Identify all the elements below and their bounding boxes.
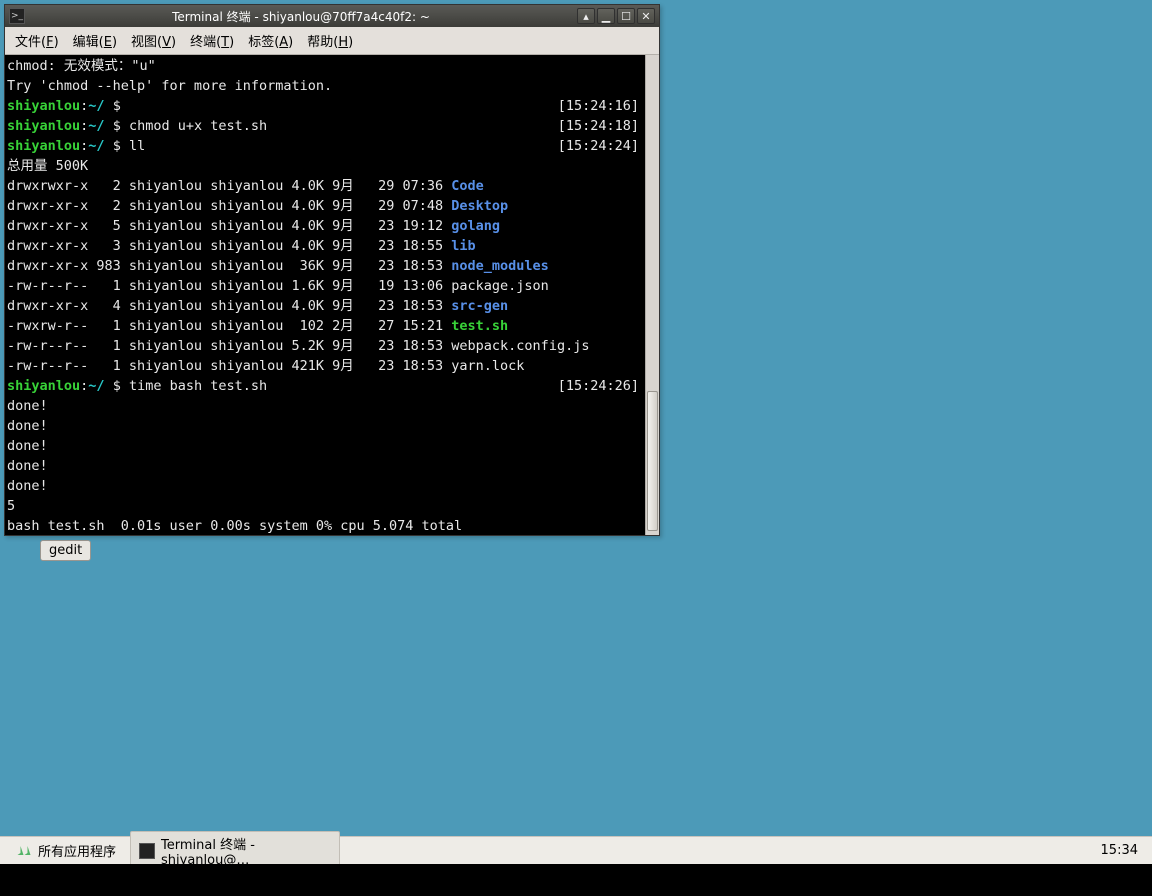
dragged-label-gedit[interactable]: gedit — [40, 540, 91, 561]
terminal-app-icon: >_ — [9, 8, 25, 24]
menu-file[interactable]: 文件(F) — [9, 29, 65, 52]
menu-help[interactable]: 帮助(H) — [301, 29, 359, 52]
window-maximize-button[interactable]: ☐ — [617, 8, 635, 24]
taskbar-item-label: Terminal 终端 - shiyanlou@… — [161, 834, 331, 868]
taskbar: 所有应用程序 Terminal 终端 - shiyanlou@… 15:34 — [0, 836, 1152, 864]
terminal-window: >_ Terminal 终端 - shiyanlou@70ff7a4c40f2:… — [4, 4, 660, 536]
menubar: 文件(F) 编辑(E) 视图(V) 终端(T) 标签(A) 帮助(H) — [5, 27, 659, 55]
terminal-scrollbar[interactable] — [645, 55, 659, 535]
taskbar-clock[interactable]: 15:34 — [1087, 843, 1152, 858]
terminal-taskbar-icon — [139, 843, 155, 859]
taskbar-applications-label: 所有应用程序 — [38, 841, 116, 860]
menu-tabs[interactable]: 标签(A) — [242, 29, 299, 52]
applications-icon — [16, 843, 32, 859]
menu-terminal[interactable]: 终端(T) — [184, 29, 240, 52]
window-titlebar[interactable]: >_ Terminal 终端 - shiyanlou@70ff7a4c40f2:… — [5, 5, 659, 27]
scroll-thumb[interactable] — [647, 391, 658, 531]
bottom-bar — [0, 864, 1152, 896]
menu-edit[interactable]: 编辑(E) — [67, 29, 123, 52]
window-close-button[interactable]: ✕ — [637, 8, 655, 24]
taskbar-applications-button[interactable]: 所有应用程序 — [8, 839, 124, 862]
window-minimize-button[interactable]: ▁ — [597, 8, 615, 24]
window-rollup-button[interactable]: ▴ — [577, 8, 595, 24]
menu-view[interactable]: 视图(V) — [125, 29, 182, 52]
terminal-output[interactable]: chmod: 无效模式："u"Try 'chmod --help' for mo… — [5, 55, 659, 535]
window-title: Terminal 终端 - shiyanlou@70ff7a4c40f2: ~ — [25, 8, 577, 25]
